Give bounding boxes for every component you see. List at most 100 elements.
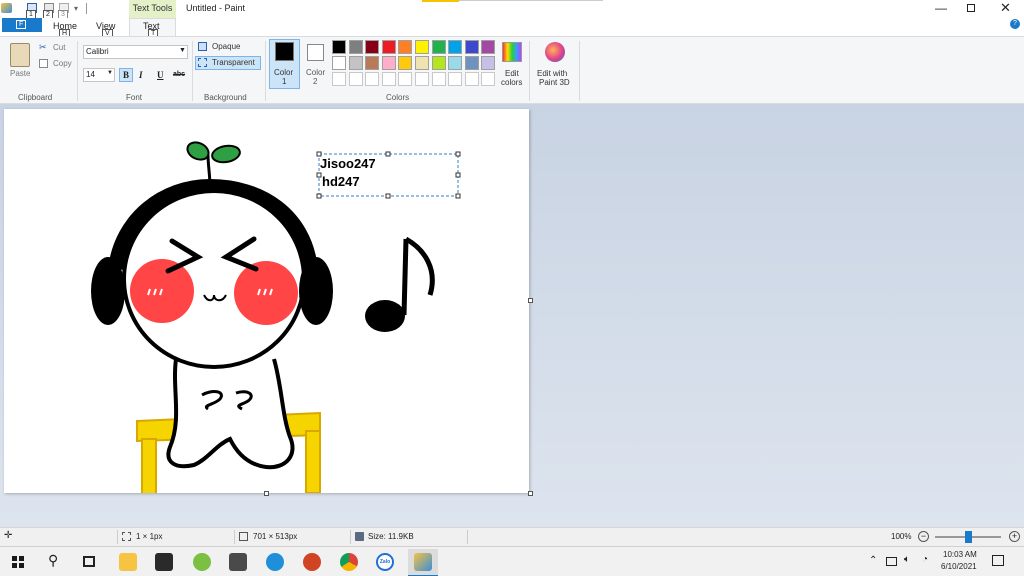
selection-size: 1 × 1px bbox=[136, 532, 163, 541]
file-explorer-icon[interactable] bbox=[119, 553, 137, 571]
strikethrough-button[interactable]: abc bbox=[173, 71, 185, 78]
color-swatch[interactable] bbox=[481, 40, 496, 54]
color-swatch[interactable] bbox=[431, 40, 446, 54]
network-icon[interactable] bbox=[886, 557, 897, 566]
color-swatch[interactable] bbox=[464, 72, 479, 86]
cut-button[interactable]: Cut bbox=[53, 43, 65, 52]
color-swatch[interactable] bbox=[398, 72, 413, 86]
color-swatch[interactable] bbox=[365, 56, 380, 70]
color1-label-line1: Color bbox=[274, 68, 294, 77]
color-swatch[interactable] bbox=[481, 56, 496, 70]
color-swatch[interactable] bbox=[381, 40, 396, 54]
notification-icon[interactable] bbox=[992, 555, 1004, 566]
restore-button[interactable] bbox=[967, 4, 975, 12]
blue-app-icon[interactable] bbox=[266, 553, 284, 571]
zalo-icon[interactable]: Zalo bbox=[376, 553, 394, 571]
customize-toolbar-icon[interactable]: ▾ bbox=[74, 4, 78, 13]
color2-swatch[interactable] bbox=[307, 44, 324, 61]
underline-button[interactable]: U bbox=[157, 70, 164, 80]
bold-button[interactable]: B bbox=[119, 68, 133, 82]
copy-button[interactable]: Copy bbox=[53, 59, 72, 68]
file-key: F bbox=[16, 20, 27, 29]
right-ear-cup bbox=[299, 257, 333, 325]
clock-date[interactable]: 6/10/2021 bbox=[941, 562, 977, 571]
zoom-in-button[interactable]: + bbox=[1009, 531, 1020, 542]
transparent-label: Transparent bbox=[212, 58, 255, 67]
ribbon-tab-row: F Home H View V Text T ? bbox=[0, 18, 1024, 38]
clipboard-group-label: Clipboard bbox=[18, 93, 53, 102]
canvas-text-line2[interactable]: hd247 bbox=[322, 174, 360, 189]
zoom-out-button[interactable]: − bbox=[918, 531, 929, 542]
status-bar: ✛ 1 × 1px 701 × 513px Size: 11.9KB 100% … bbox=[0, 527, 1024, 546]
color-swatch[interactable] bbox=[415, 40, 429, 54]
color-swatch[interactable] bbox=[332, 72, 346, 86]
edit-colors-icon[interactable] bbox=[502, 42, 522, 62]
volume-icon[interactable]: 🔈︎ bbox=[904, 554, 910, 565]
font-group-label: Font bbox=[126, 93, 143, 102]
status-divider bbox=[467, 530, 468, 544]
color-swatch[interactable] bbox=[365, 40, 380, 54]
color-swatch[interactable] bbox=[348, 72, 363, 86]
italic-button[interactable]: I bbox=[139, 70, 143, 80]
disk-icon bbox=[355, 532, 364, 541]
color-swatch[interactable] bbox=[398, 40, 413, 54]
color-swatch[interactable] bbox=[365, 72, 380, 86]
status-divider bbox=[350, 530, 351, 544]
window-title: Untitled - Paint bbox=[186, 3, 246, 13]
color-swatch[interactable] bbox=[464, 40, 479, 54]
background-group-label: Background bbox=[204, 93, 247, 102]
windows-start-icon[interactable] bbox=[12, 556, 24, 568]
color-swatch[interactable] bbox=[431, 72, 446, 86]
powerpoint-icon[interactable] bbox=[303, 553, 321, 571]
clock-time[interactable]: 10:03 AM bbox=[943, 550, 977, 559]
color-swatch[interactable] bbox=[448, 72, 463, 86]
paint-app-icon[interactable] bbox=[1, 3, 12, 13]
canvas-resize-handle-corner[interactable] bbox=[528, 491, 533, 496]
calculator-icon[interactable] bbox=[229, 553, 247, 571]
color-swatch[interactable] bbox=[332, 56, 346, 70]
right-cheek bbox=[234, 261, 298, 325]
paste-icon[interactable] bbox=[10, 43, 30, 67]
canvas-resize-handle-right[interactable] bbox=[528, 298, 533, 303]
color-swatch[interactable] bbox=[431, 56, 446, 70]
search-icon[interactable]: ⚲ bbox=[48, 552, 58, 569]
color-swatch[interactable] bbox=[415, 72, 429, 86]
zoom-slider-thumb[interactable] bbox=[965, 531, 972, 543]
left-ear-cup bbox=[91, 257, 125, 325]
canvas-resize-handle-bottom[interactable] bbox=[264, 491, 269, 496]
accent-strip-2 bbox=[459, 0, 603, 1]
color-swatch[interactable] bbox=[481, 72, 496, 86]
opaque-icon bbox=[198, 42, 207, 51]
color-swatch[interactable] bbox=[381, 56, 396, 70]
color-swatch[interactable] bbox=[398, 56, 413, 70]
copy-icon[interactable] bbox=[39, 59, 48, 68]
zoom-level: 100% bbox=[891, 532, 912, 541]
color-swatch[interactable] bbox=[415, 56, 429, 70]
color2-label-line2: 2 bbox=[313, 77, 318, 86]
opaque-button[interactable]: Opaque bbox=[212, 42, 240, 51]
color-swatch[interactable] bbox=[381, 72, 396, 86]
minimize-button[interactable]: — bbox=[935, 1, 947, 15]
taskbar: ⚲ Zalo ⌃ 🔈︎ ◔ 10:03 AM 6/10/2021 bbox=[0, 546, 1024, 576]
color-swatch[interactable] bbox=[464, 56, 479, 70]
file-size: Size: 11.9KB bbox=[368, 532, 414, 541]
store-icon[interactable] bbox=[155, 553, 173, 571]
green-app-icon[interactable] bbox=[193, 553, 211, 571]
cut-icon[interactable]: ✂ bbox=[39, 42, 47, 53]
paste-button[interactable]: Paste bbox=[10, 69, 30, 78]
context-tab-text-tools: Text Tools bbox=[129, 0, 176, 18]
wifi-icon[interactable]: ◔ bbox=[922, 554, 928, 565]
help-icon[interactable]: ? bbox=[1010, 19, 1020, 29]
drawing-canvas[interactable]: Jisoo247 hd247 bbox=[4, 109, 529, 493]
color-swatch[interactable] bbox=[332, 40, 346, 54]
color-swatch[interactable] bbox=[448, 40, 463, 54]
color-swatch[interactable] bbox=[348, 40, 363, 54]
canvas-text-line1[interactable]: Jisoo247 bbox=[320, 156, 376, 171]
task-view-icon[interactable] bbox=[83, 556, 95, 567]
close-button[interactable]: ✕ bbox=[1000, 0, 1011, 16]
chrome-icon[interactable] bbox=[340, 553, 358, 571]
color-swatch[interactable] bbox=[348, 56, 363, 70]
paint-3d-icon[interactable] bbox=[545, 42, 565, 62]
color-swatch[interactable] bbox=[448, 56, 463, 70]
chevron-up-icon[interactable]: ⌃ bbox=[869, 555, 877, 566]
